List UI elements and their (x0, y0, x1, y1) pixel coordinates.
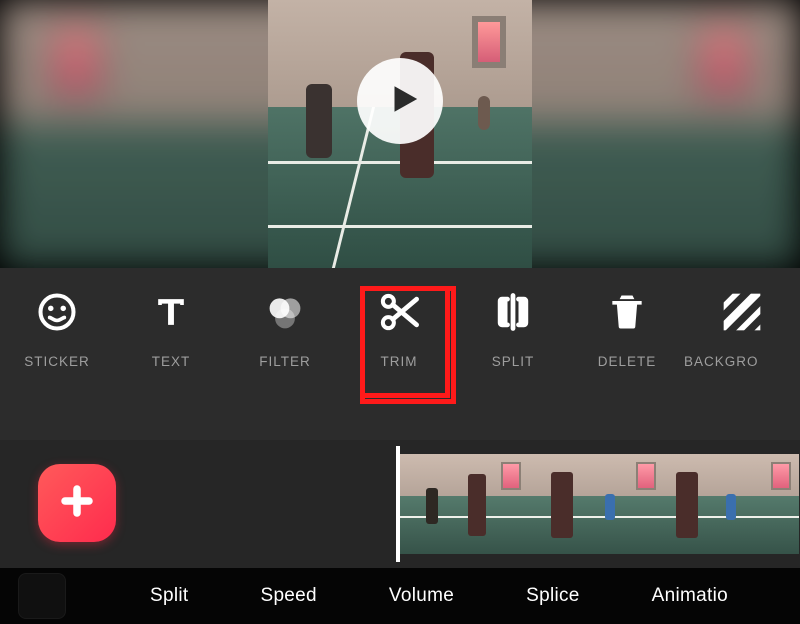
tab-volume[interactable]: Volume (389, 585, 454, 607)
tool-label: STICKER (24, 354, 90, 369)
tab-indicator-ghost (0, 570, 140, 622)
clip-thumbnail[interactable] (666, 454, 799, 554)
video-editor-app: STICKER TEXT FILTER TRIM SPLIT (0, 0, 800, 624)
filter-icon (263, 288, 307, 336)
text-icon (149, 288, 193, 336)
smiley-icon (35, 288, 79, 336)
play-button[interactable] (357, 58, 443, 144)
add-clip-button[interactable] (38, 464, 116, 542)
video-preview (0, 0, 800, 268)
tool-filter[interactable]: FILTER (228, 268, 342, 369)
tool-split[interactable]: SPLIT (456, 268, 570, 369)
secondary-tabs: Split Speed Volume Splice Animatio (0, 568, 800, 624)
tool-label: FILTER (259, 354, 311, 369)
scissors-icon (377, 288, 421, 336)
tab-speed[interactable]: Speed (260, 585, 316, 607)
trash-icon (605, 288, 649, 336)
stripes-icon (720, 288, 764, 336)
tab-animation[interactable]: Animatio (652, 585, 728, 607)
tool-label: SPLIT (492, 354, 535, 369)
tool-label: DELETE (598, 354, 657, 369)
tool-delete[interactable]: DELETE (570, 268, 684, 369)
clip-thumbnail[interactable] (533, 454, 666, 554)
tab-splice[interactable]: Splice (526, 585, 580, 607)
tool-text[interactable]: TEXT (114, 268, 228, 369)
split-icon (491, 288, 535, 336)
tab-split[interactable]: Split (150, 585, 188, 607)
play-icon (380, 82, 420, 121)
editor-toolbar: STICKER TEXT FILTER TRIM SPLIT (0, 268, 800, 440)
tool-label: TRIM (381, 354, 418, 369)
timeline[interactable] (0, 440, 800, 568)
tool-sticker[interactable]: STICKER (0, 268, 114, 369)
tool-trim[interactable]: TRIM (342, 268, 456, 369)
tool-label: TEXT (152, 354, 191, 369)
tool-background[interactable]: BACKGRO (684, 268, 800, 369)
plus-icon (59, 483, 95, 524)
clip-thumbnail[interactable] (400, 454, 533, 554)
clip-thumbnails[interactable] (400, 454, 800, 554)
tool-label: BACKGRO (684, 354, 759, 369)
